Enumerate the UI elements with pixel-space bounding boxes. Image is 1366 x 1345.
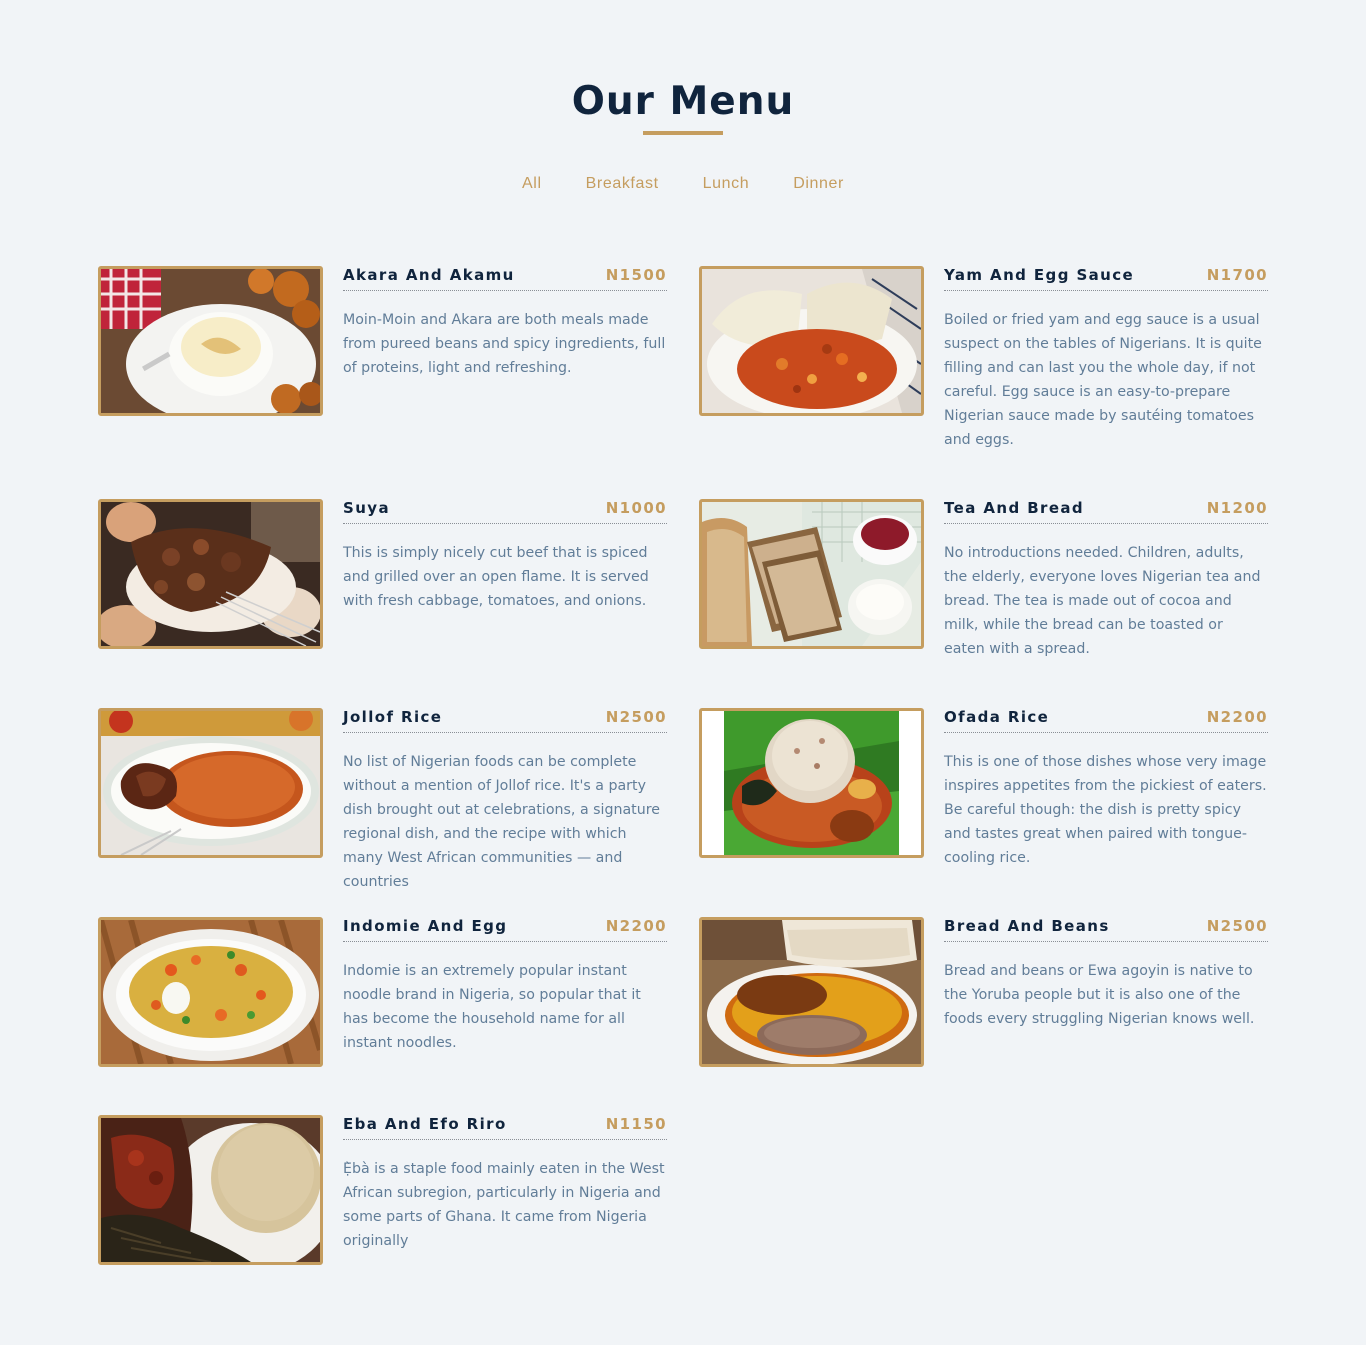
item-header: Indomie And Egg N2200 [343,917,667,942]
item-name: Akara And Akamu [343,266,515,284]
jollof-rice-info: Jollof Rice N2500 No list of Nigerian fo… [343,708,667,894]
bread-and-beans-photo [699,917,924,1067]
yam-and-egg-sauce-photo [699,266,924,416]
item-description: This is one of those dishes whose very i… [944,754,1267,866]
item-description: Bread and beans or Ewa agoyin is native … [944,963,1255,1027]
item-description: Indomie is an extremely popular instant … [343,963,641,1051]
menu-title: Our Menu [571,79,795,124]
item-price: N1000 [605,499,667,517]
menu-item-yam-and-egg-sauce: Yam And Egg Sauce N1700 Boiled or fried … [699,266,1269,448]
item-description: No list of Nigerian foods can be complet… [343,754,660,890]
item-price: N1500 [605,266,667,284]
item-description: This is simply nicely cut beef that is s… [343,545,649,609]
indomie-and-egg-photo [98,917,323,1067]
item-header: Jollof Rice N2500 [343,708,667,733]
jollof-rice-photo [98,708,323,858]
item-price: N2500 [605,708,667,726]
item-description: Boiled or fried yam and egg sauce is a u… [944,312,1262,448]
menu-item-tea-and-bread: Tea And Bread N1200 No introductions nee… [699,499,1269,657]
ofada-rice-info: Ofada Rice N2200 This is one of those di… [944,708,1268,870]
menu-item-bread-and-beans: Bread And Beans N2500 Bread and beans or… [699,917,1269,1067]
indomie-and-egg-info: Indomie And Egg N2200 Indomie is an extr… [343,917,667,1055]
item-description: No introductions needed. Children, adult… [944,545,1261,657]
eba-and-efo-riro-photo [98,1115,323,1265]
item-header: Suya N1000 [343,499,667,524]
item-header: Tea And Bread N1200 [944,499,1268,524]
menu-item-eba-and-efo-riro: Eba And Efo Riro N1150 Ẹ̀bà is a staple … [98,1115,668,1265]
item-price: N2500 [1206,917,1268,935]
item-header: Bread And Beans N2500 [944,917,1268,942]
menu-item-ofada-rice: Ofada Rice N2200 This is one of those di… [699,708,1269,866]
item-price: N2200 [1206,708,1268,726]
item-header: Akara And Akamu N1500 [343,266,667,291]
item-name: Ofada Rice [944,708,1050,726]
filter-lunch-button[interactable]: Lunch [703,173,750,195]
item-name: Bread And Beans [944,917,1110,935]
bread-and-beans-info: Bread And Beans N2500 Bread and beans or… [944,917,1268,1031]
filter-tabs: All Breakfast Lunch Dinner [0,173,1366,195]
item-header: Ofada Rice N2200 [944,708,1268,733]
eba-and-efo-riro-info: Eba And Efo Riro N1150 Ẹ̀bà is a staple … [343,1115,667,1253]
item-price: N1700 [1206,266,1268,284]
akara-and-akamu-info: Akara And Akamu N1500 Moin-Moin and Akar… [343,266,667,380]
akara-and-akamu-photo [98,266,323,416]
item-description: Ẹ̀bà is a staple food mainly eaten in th… [343,1161,665,1249]
tea-and-bread-info: Tea And Bread N1200 No introductions nee… [944,499,1268,661]
item-price: N1200 [1206,499,1268,517]
tea-and-bread-photo [699,499,924,649]
item-header: Eba And Efo Riro N1150 [343,1115,667,1140]
item-price: N1150 [605,1115,667,1133]
suya-info: Suya N1000 This is simply nicely cut bee… [343,499,667,613]
item-name: Yam And Egg Sauce [944,266,1135,284]
ofada-rice-photo [699,708,924,858]
item-name: Eba And Efo Riro [343,1115,507,1133]
filter-all-button[interactable]: All [522,173,542,195]
item-price: N2200 [605,917,667,935]
item-header: Yam And Egg Sauce N1700 [944,266,1268,291]
item-name: Jollof Rice [343,708,443,726]
item-name: Suya [343,499,390,517]
yam-and-egg-sauce-info: Yam And Egg Sauce N1700 Boiled or fried … [944,266,1268,452]
menu-item-suya: Suya N1000 This is simply nicely cut bee… [98,499,668,649]
item-name: Indomie And Egg [343,917,508,935]
filter-breakfast-button[interactable]: Breakfast [586,173,659,195]
item-name: Tea And Bread [944,499,1085,517]
title-underline [643,131,723,135]
filter-dinner-button[interactable]: Dinner [793,173,844,195]
menu-item-akara-and-akamu: Akara And Akamu N1500 Moin-Moin and Akar… [98,266,668,416]
menu-item-indomie-and-egg: Indomie And Egg N2200 Indomie is an extr… [98,917,668,1067]
suya-photo [98,499,323,649]
menu-item-jollof-rice: Jollof Rice N2500 No list of Nigerian fo… [98,708,668,890]
item-description: Moin-Moin and Akara are both meals made … [343,312,666,376]
